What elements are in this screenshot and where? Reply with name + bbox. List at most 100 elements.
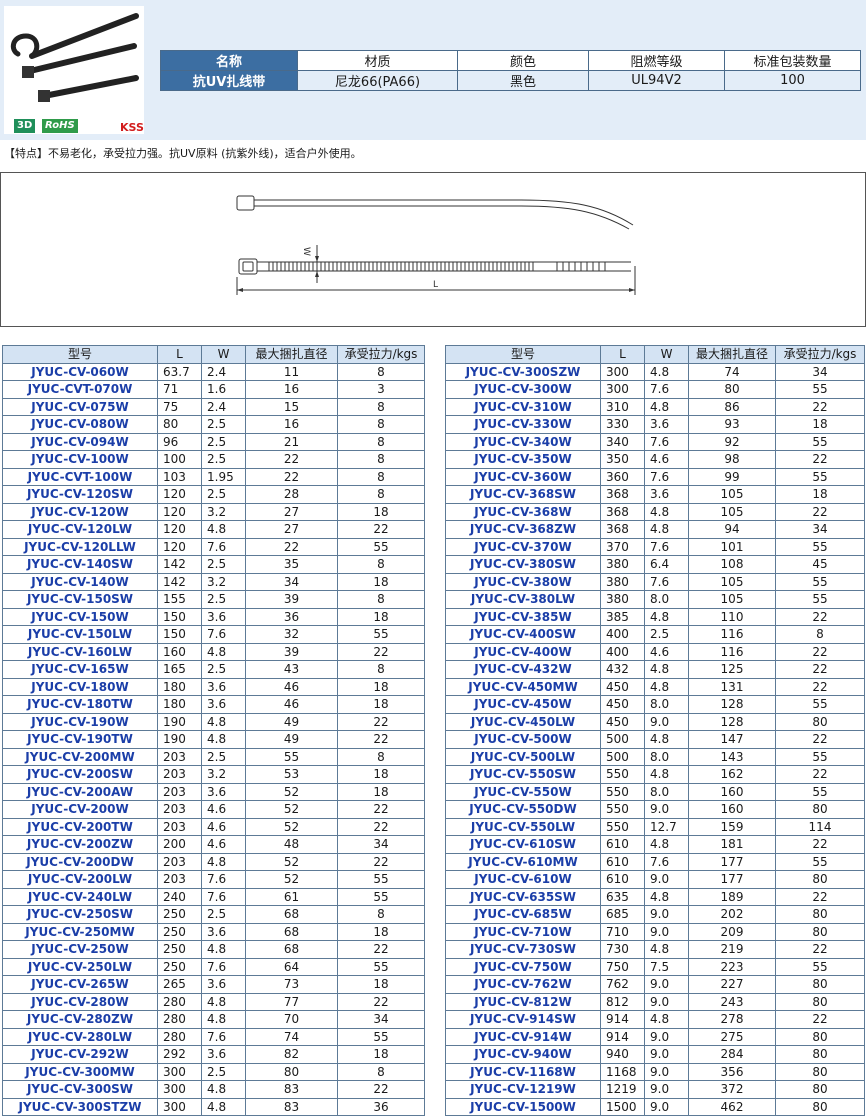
- cell-tensile: 8: [337, 590, 425, 609]
- cell-max-diameter: 177: [688, 852, 776, 871]
- table-row: JYUC-CV-432W 432 4.8 125 22: [445, 660, 865, 679]
- cell-model: JYUC-CV-340W: [445, 432, 601, 451]
- cell-model: JYUC-CV-200TW: [2, 817, 158, 836]
- cell-length: 165: [157, 660, 202, 679]
- table-row: JYUC-CV-280W 280 4.8 77 22: [2, 992, 425, 1011]
- cell-tensile: 18: [775, 415, 865, 434]
- cell-length: 450: [600, 677, 645, 696]
- table-row: JYUC-CV-250MW 250 3.6 68 18: [2, 922, 425, 941]
- cell-max-diameter: 92: [688, 432, 776, 451]
- col-model: 型号: [2, 345, 158, 364]
- cell-width: 3.6: [201, 607, 246, 626]
- cell-max-diameter: 68: [245, 905, 338, 924]
- table-row: JYUC-CV-368SW 368 3.6 105 18: [445, 485, 865, 504]
- cell-tensile: 22: [775, 730, 865, 749]
- cell-model: JYUC-CV-380SW: [445, 555, 601, 574]
- cell-max-diameter: 189: [688, 887, 776, 906]
- cell-max-diameter: 181: [688, 835, 776, 854]
- cell-tensile: 55: [775, 380, 865, 399]
- cell-length: 500: [600, 747, 645, 766]
- cell-model: JYUC-CV-200SW: [2, 765, 158, 784]
- cell-tensile: 80: [775, 712, 865, 731]
- table-row: JYUC-CV-292W 292 3.6 82 18: [2, 1045, 425, 1064]
- cell-model: JYUC-CV-940W: [445, 1045, 601, 1064]
- cell-model: JYUC-CV-300MW: [2, 1062, 158, 1081]
- cell-max-diameter: 35: [245, 555, 338, 574]
- cell-max-diameter: 49: [245, 712, 338, 731]
- cell-max-diameter: 22: [245, 467, 338, 486]
- cell-length: 368: [600, 485, 645, 504]
- cell-model: JYUC-CV-300SW: [2, 1080, 158, 1099]
- table-row: JYUC-CV-380W 380 7.6 105 55: [445, 572, 865, 591]
- cell-tensile: 22: [775, 835, 865, 854]
- cell-length: 550: [600, 817, 645, 836]
- cell-width: 2.5: [201, 485, 246, 504]
- cell-max-diameter: 73: [245, 975, 338, 994]
- table-row: JYUC-CVT-100W 103 1.95 22 8: [2, 467, 425, 486]
- cell-model: JYUC-CV-250MW: [2, 922, 158, 941]
- cell-width: 3.6: [201, 695, 246, 714]
- cell-width: 3.6: [201, 782, 246, 801]
- cell-max-diameter: 52: [245, 817, 338, 836]
- cell-tensile: 22: [775, 1010, 865, 1029]
- cell-width: 7.6: [201, 887, 246, 906]
- cell-tensile: 80: [775, 1027, 865, 1046]
- cell-max-diameter: 159: [688, 817, 776, 836]
- cell-length: 280: [157, 1010, 202, 1029]
- cell-length: 350: [600, 450, 645, 469]
- cell-max-diameter: 278: [688, 1010, 776, 1029]
- cell-model: JYUC-CV-100W: [2, 450, 158, 469]
- kss-logo: KSS: [120, 121, 144, 134]
- cell-width: 9.0: [644, 1080, 689, 1099]
- table-row: JYUC-CV-250LW 250 7.6 64 55: [2, 957, 425, 976]
- cell-length: 812: [600, 992, 645, 1011]
- header-panel: 3D RoHS KSS 名称 材质 颜色 阻燃等级 标准包装数量 抗UV扎线带 …: [0, 0, 866, 140]
- table-row: JYUC-CV-200ZW 200 4.6 48 34: [2, 835, 425, 854]
- cell-model: JYUC-CV-150LW: [2, 625, 158, 644]
- width-label: W: [301, 247, 311, 256]
- cell-width: 4.8: [644, 887, 689, 906]
- spec-header-row: 名称 材质 颜色 阻燃等级 标准包装数量: [160, 50, 861, 71]
- cell-tensile: 55: [337, 1027, 425, 1046]
- cell-model: JYUC-CV-200W: [2, 800, 158, 819]
- cell-tensile: 8: [337, 555, 425, 574]
- technical-drawing: L W: [0, 172, 866, 327]
- cell-width: 4.8: [644, 397, 689, 416]
- cell-model: JYUC-CV-292W: [2, 1045, 158, 1064]
- cell-length: 550: [600, 782, 645, 801]
- cell-model: JYUC-CV-360W: [445, 467, 601, 486]
- cell-model: JYUC-CV-280W: [2, 992, 158, 1011]
- cell-tensile: 22: [337, 712, 425, 731]
- cell-max-diameter: 77: [245, 992, 338, 1011]
- table-row: JYUC-CV-180TW 180 3.6 46 18: [2, 695, 425, 714]
- col-length: L: [600, 345, 645, 364]
- table-row: JYUC-CV-250W 250 4.8 68 22: [2, 940, 425, 959]
- cell-model: JYUC-CV-190W: [2, 712, 158, 731]
- cell-tensile: 45: [775, 555, 865, 574]
- cell-length: 400: [600, 642, 645, 661]
- cell-tensile: 80: [775, 922, 865, 941]
- table-row: JYUC-CV-340W 340 7.6 92 55: [445, 432, 865, 451]
- cell-model: JYUC-CV-250W: [2, 940, 158, 959]
- table-row: JYUC-CV-160LW 160 4.8 39 22: [2, 642, 425, 661]
- cell-width: 4.8: [201, 1010, 246, 1029]
- cell-width: 2.5: [201, 590, 246, 609]
- table-row: JYUC-CV-812W 812 9.0 243 80: [445, 992, 865, 1011]
- cell-tensile: 8: [337, 905, 425, 924]
- cell-length: 940: [600, 1045, 645, 1064]
- cell-tensile: 22: [337, 800, 425, 819]
- cell-width: 3.6: [201, 1045, 246, 1064]
- table-row: JYUC-CV-265W 265 3.6 73 18: [2, 975, 425, 994]
- col-width: W: [644, 345, 689, 364]
- cell-max-diameter: 32: [245, 625, 338, 644]
- cell-model: JYUC-CV-200LW: [2, 870, 158, 889]
- table-row: JYUC-CV-330W 330 3.6 93 18: [445, 415, 865, 434]
- table-row: JYUC-CV-080W 80 2.5 16 8: [2, 415, 425, 434]
- cell-width: 8.0: [644, 747, 689, 766]
- col-max-diameter: 最大捆扎直径: [688, 345, 776, 364]
- cell-width: 4.8: [201, 642, 246, 661]
- cell-model: JYUC-CV-150W: [2, 607, 158, 626]
- cell-model: JYUC-CV-150SW: [2, 590, 158, 609]
- cell-tensile: 22: [337, 817, 425, 836]
- cell-max-diameter: 22: [245, 450, 338, 469]
